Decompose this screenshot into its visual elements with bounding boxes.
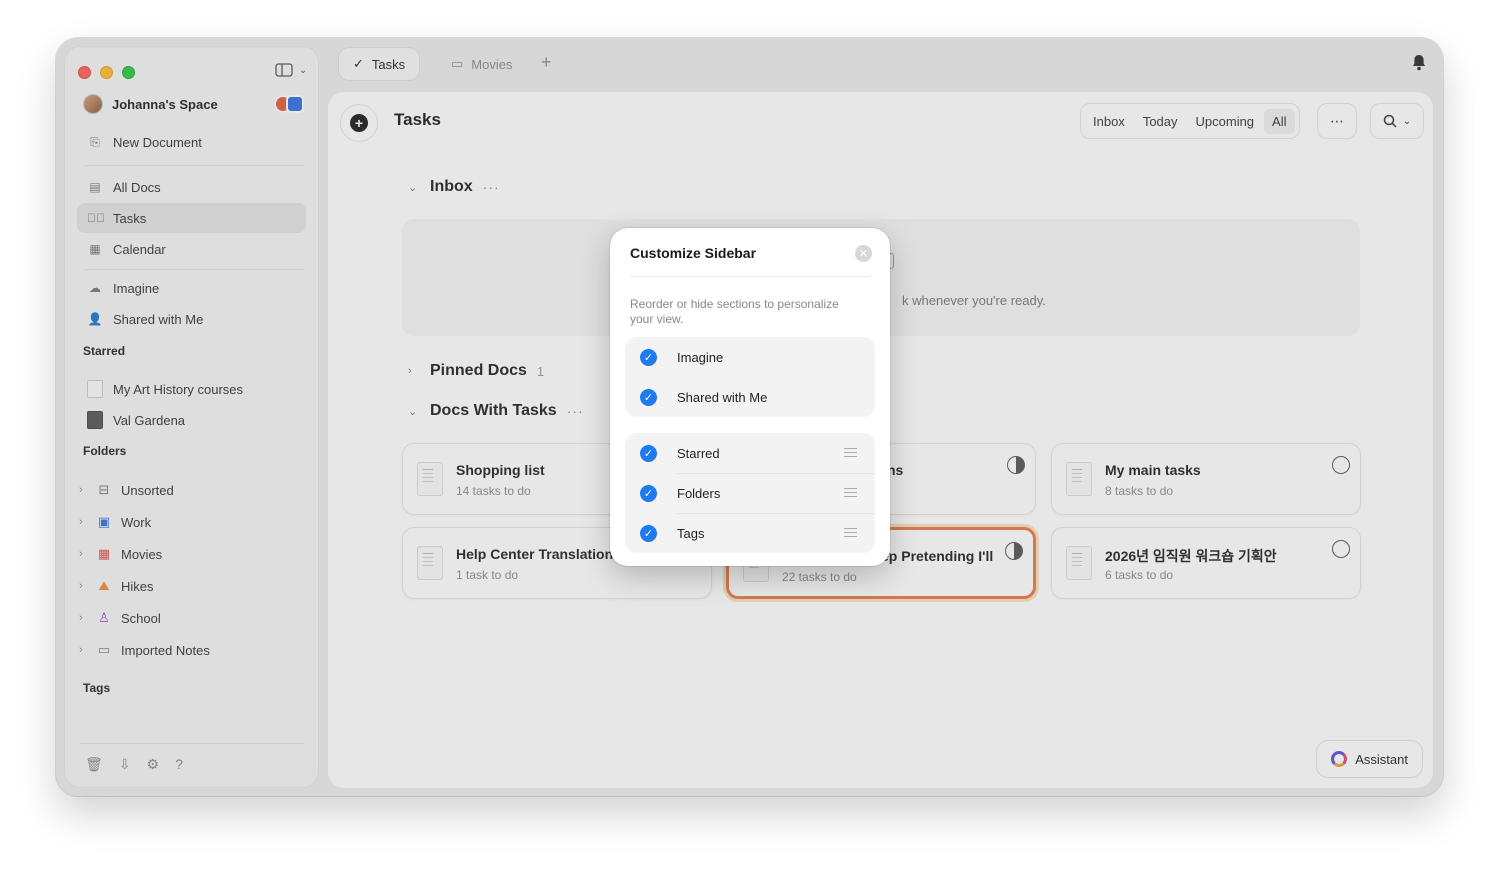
- section-toggle-label: Imagine: [677, 349, 724, 365]
- section-toggle-folders[interactable]: ✓ Folders: [625, 473, 875, 513]
- close-icon: ✕: [858, 248, 869, 260]
- section-toggle-label: Tags: [677, 525, 705, 541]
- section-toggle-tags[interactable]: ✓ Tags: [625, 513, 875, 553]
- drag-handle-icon[interactable]: [844, 528, 857, 537]
- drag-handle-icon[interactable]: [844, 488, 857, 497]
- section-group-fixed: ✓ Imagine ✓ Shared with Me: [625, 337, 875, 417]
- checkmark-icon[interactable]: ✓: [640, 348, 657, 366]
- divider: [630, 276, 870, 277]
- checkmark-icon[interactable]: ✓: [640, 524, 657, 542]
- section-toggle-starred[interactable]: ✓ Starred: [625, 433, 875, 473]
- section-toggle-label: Shared with Me: [677, 389, 768, 405]
- section-group-reorderable: ✓ Starred ✓ Folders ✓ Tags: [625, 433, 875, 553]
- popover-description: Reorder or hide sections to personalize …: [630, 297, 839, 326]
- section-toggle-label: Folders: [677, 485, 721, 501]
- checkmark-icon[interactable]: ✓: [640, 388, 657, 406]
- checkmark-icon[interactable]: ✓: [640, 484, 657, 502]
- customize-sidebar-popover: Customize Sidebar ✕ Reorder or hide sect…: [610, 228, 890, 566]
- checkmark-icon[interactable]: ✓: [640, 444, 657, 462]
- section-toggle-label: Starred: [677, 445, 720, 461]
- popover-title: Customize Sidebar: [630, 245, 757, 261]
- close-popover-button[interactable]: ✕: [855, 245, 872, 262]
- section-toggle-shared-with-me[interactable]: ✓ Shared with Me: [625, 377, 875, 417]
- section-toggle-imagine[interactable]: ✓ Imagine: [625, 337, 875, 377]
- drag-handle-icon[interactable]: [844, 448, 857, 457]
